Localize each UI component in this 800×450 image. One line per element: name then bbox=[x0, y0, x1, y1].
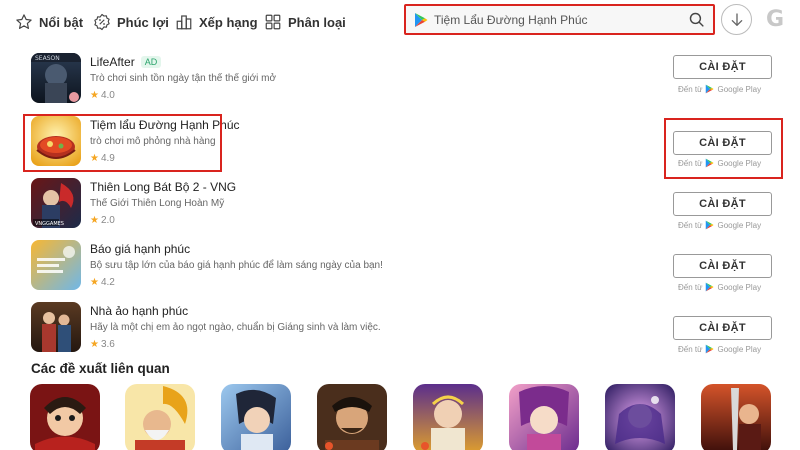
related-app-icon[interactable] bbox=[221, 384, 291, 450]
related-app-icon[interactable] bbox=[317, 384, 387, 450]
store-source: Đến từ Google Play bbox=[678, 84, 762, 94]
app-description: Thế Giới Thiên Long Hoàn Mỹ bbox=[90, 198, 225, 209]
related-app-icon[interactable] bbox=[30, 384, 100, 450]
related-app-icon[interactable] bbox=[605, 384, 675, 450]
highlight-box-app bbox=[23, 114, 222, 172]
nav-item-label: Nổi bật bbox=[39, 14, 84, 30]
store-source: Đến từ Google Play bbox=[678, 282, 762, 292]
google-play-icon bbox=[415, 12, 428, 27]
app-name[interactable]: LifeAfter AD bbox=[90, 55, 162, 69]
store-source: Đến từ Google Play bbox=[678, 220, 762, 230]
nav-item-benefits[interactable]: Phúc lợi bbox=[93, 11, 169, 33]
search-input[interactable] bbox=[434, 9, 688, 30]
install-button[interactable]: CÀI ĐẶT bbox=[673, 192, 772, 216]
search-bar[interactable] bbox=[404, 4, 715, 35]
list-item[interactable]: Báo giá hạnh phúc Bộ sưu tập lớn của báo… bbox=[28, 240, 780, 298]
related-section-title: Các đề xuất liên quan bbox=[31, 361, 170, 376]
related-app-icon[interactable] bbox=[509, 384, 579, 450]
app-rating: ★ 4.0 bbox=[90, 90, 115, 101]
app-description: Bộ sưu tập lớn của báo giá hạnh phúc để … bbox=[90, 260, 383, 271]
top-navigation-bar: Nổi bật Phúc lợi Xếp hạng Phân loại G bbox=[0, 0, 800, 44]
star-rating-icon: ★ bbox=[90, 339, 99, 350]
nav-item-label: Phúc lợi bbox=[117, 14, 169, 30]
google-play-icon bbox=[706, 220, 715, 230]
app-rating: ★ 2.0 bbox=[90, 215, 115, 226]
star-rating-icon: ★ bbox=[90, 277, 99, 288]
app-name[interactable]: Báo giá hạnh phúc bbox=[90, 242, 190, 256]
svg-text:SEASON: SEASON bbox=[35, 55, 60, 62]
install-button[interactable]: CÀI ĐẶT bbox=[673, 316, 772, 340]
nav-item-ranking[interactable]: Xếp hạng bbox=[175, 11, 258, 33]
list-item[interactable]: Nhà ảo hạnh phúc Hãy là một chị em ảo ng… bbox=[28, 302, 780, 360]
google-logo-icon[interactable]: G bbox=[766, 7, 784, 32]
app-description: Hãy là một chị em ảo ngọt ngào, chuẩn bị… bbox=[90, 322, 381, 333]
app-rating: ★ 4.2 bbox=[90, 277, 115, 288]
app-icon-lifeafter[interactable]: SEASON bbox=[31, 53, 81, 103]
star-rating-icon: ★ bbox=[90, 90, 99, 101]
arrow-down-icon bbox=[731, 12, 742, 26]
app-icon-virtual-home[interactable] bbox=[31, 302, 81, 352]
star-icon bbox=[16, 14, 32, 29]
ranking-icon bbox=[176, 15, 192, 30]
install-button[interactable]: CÀI ĐẶT bbox=[673, 254, 772, 278]
install-button[interactable]: CÀI ĐẶT bbox=[673, 55, 772, 79]
nav-item-categories[interactable]: Phân loại bbox=[264, 11, 346, 33]
nav-item-label: Phân loại bbox=[288, 14, 346, 30]
app-rating: ★ 3.6 bbox=[90, 339, 115, 350]
app-description: Trò chơi sinh tồn ngày tận thế thế giới … bbox=[90, 73, 277, 84]
related-app-icon[interactable] bbox=[125, 384, 195, 450]
nav-item-label: Xếp hạng bbox=[199, 14, 258, 30]
store-source: Đến từ Google Play bbox=[678, 344, 762, 354]
related-app-icon[interactable] bbox=[413, 384, 483, 450]
app-name[interactable]: Thiên Long Bát Bộ 2 - VNG bbox=[90, 180, 236, 194]
percent-badge-icon bbox=[94, 13, 110, 31]
download-button[interactable] bbox=[721, 4, 752, 35]
svg-text:VNGGAMES: VNGGAMES bbox=[35, 221, 64, 227]
grid-icon bbox=[265, 14, 281, 30]
related-app-icon[interactable] bbox=[701, 384, 771, 450]
app-name[interactable]: Nhà ảo hạnh phúc bbox=[90, 304, 188, 318]
list-item[interactable]: SEASON LifeAfter AD Trò chơi sinh tồn ngà… bbox=[28, 53, 780, 111]
star-rating-icon: ★ bbox=[90, 215, 99, 226]
app-icon-happy-quotes[interactable] bbox=[31, 240, 81, 290]
google-play-icon bbox=[706, 84, 715, 94]
google-play-icon bbox=[706, 344, 715, 354]
search-icon[interactable] bbox=[688, 11, 705, 28]
google-play-icon bbox=[706, 282, 715, 292]
nav-item-featured[interactable]: Nổi bật bbox=[15, 11, 83, 33]
list-item[interactable]: VNGGAMES Thiên Long Bát Bộ 2 - VNG Thế G… bbox=[28, 178, 780, 236]
app-icon-thien-long[interactable]: VNGGAMES bbox=[31, 178, 81, 228]
ad-badge: AD bbox=[140, 56, 162, 68]
highlight-box-install bbox=[664, 118, 783, 179]
